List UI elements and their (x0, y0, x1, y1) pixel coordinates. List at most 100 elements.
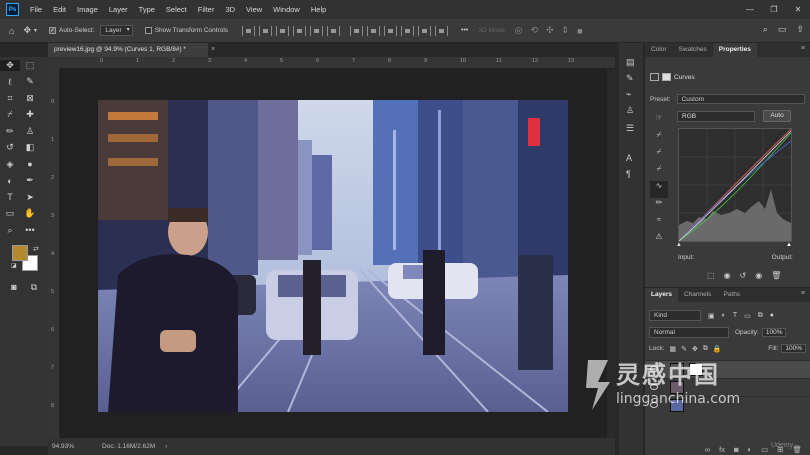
white-slider-icon[interactable]: ▲ (786, 242, 792, 248)
curves-graph[interactable] (678, 128, 792, 242)
auto-select-checkbox[interactable]: ✓ (49, 27, 56, 34)
tab-swatches[interactable]: Swatches (673, 43, 713, 57)
chevron-down-icon[interactable]: ▾ (34, 27, 37, 34)
3d-pan-icon[interactable]: ✣ (546, 25, 554, 36)
draw-curve-icon[interactable]: ✏ (650, 198, 668, 215)
path-selection-tool-icon[interactable]: ➤ (20, 192, 40, 203)
tab-color[interactable]: Color (645, 43, 673, 57)
gray-point-eyedropper-icon[interactable]: ⌿ (650, 147, 668, 164)
filter-shape-icon[interactable]: ▭ (744, 312, 751, 320)
fill-input[interactable]: 100% (781, 344, 806, 353)
distribute-hcenter-icon[interactable] (418, 25, 432, 36)
clone-stamp-tool-icon[interactable]: ♙ (20, 126, 40, 137)
swap-colors-icon[interactable]: ⇄ (33, 245, 39, 253)
filter-pixel-icon[interactable]: ▣ (708, 312, 715, 320)
filter-toggle-icon[interactable]: ● (770, 312, 774, 319)
document-image[interactable] (98, 100, 568, 412)
align-vcenter-icon[interactable] (259, 25, 273, 36)
smooth-curve-icon[interactable]: ≈ (650, 215, 668, 232)
edit-toolbar-icon[interactable]: ••• (20, 225, 40, 235)
menu-3d[interactable]: 3D (225, 5, 235, 14)
quick-select-tool-icon[interactable]: ✎ (20, 76, 40, 87)
auto-button[interactable]: Auto (763, 110, 791, 122)
home-icon[interactable]: ⌂ (9, 26, 14, 36)
type-tool-icon[interactable]: T (0, 192, 20, 202)
tab-channels[interactable]: Channels (678, 288, 717, 302)
delete-layer-icon[interactable]: 🗑 (792, 445, 802, 454)
screen-mode-icon[interactable]: ⧉ (24, 282, 44, 293)
tab-paths[interactable]: Paths (717, 288, 746, 302)
frame-tool-icon[interactable]: ⊠ (20, 93, 40, 104)
status-menu-arrow[interactable]: › (165, 443, 167, 450)
more-options-icon[interactable]: ••• (461, 27, 468, 34)
layers-menu-icon[interactable]: ≡ (801, 290, 805, 297)
move-tool-icon[interactable]: ✥ (23, 25, 31, 36)
3d-slide-icon[interactable]: ⇕ (562, 25, 570, 36)
minimize-button[interactable]: — (738, 0, 762, 19)
hand-tool-icon[interactable]: ✋ (20, 208, 40, 219)
black-slider-icon[interactable]: ▲ (676, 242, 682, 248)
dodge-tool-icon[interactable]: ◐ (0, 176, 20, 186)
filter-adjustment-icon[interactable]: ◐ (722, 312, 726, 319)
workspace-icon[interactable]: ▭ (778, 24, 787, 35)
zoom-tool-icon[interactable]: ⌕ (0, 225, 20, 236)
horizontal-ruler[interactable]: 0 1 2 3 4 5 6 7 8 9 10 11 12 13 (60, 57, 615, 69)
brush-settings-icon[interactable]: ✎ (626, 73, 634, 84)
menu-image[interactable]: Image (77, 5, 98, 14)
show-transform-checkbox[interactable] (144, 27, 152, 34)
align-hcenter-icon[interactable] (310, 25, 324, 36)
edit-points-icon[interactable]: ∿ (650, 181, 668, 198)
align-top-icon[interactable] (242, 25, 256, 36)
close-document-icon[interactable]: × (211, 43, 215, 57)
paragraph-panel-icon[interactable]: ¶ (626, 169, 631, 179)
vertical-ruler[interactable]: 0 1 2 3 4 5 6 7 8 (48, 69, 60, 438)
auto-select-target-dropdown[interactable]: Layer (100, 25, 133, 36)
distribute-bottom-icon[interactable] (384, 25, 398, 36)
panel-menu-icon[interactable]: ≡ (801, 45, 805, 52)
align-bottom-icon[interactable] (276, 25, 290, 36)
foreground-color-swatch[interactable] (12, 245, 28, 261)
clipping-warning-icon[interactable]: ⚠ (650, 232, 668, 249)
3d-orbit-icon[interactable]: ◎ (515, 25, 523, 36)
menu-select[interactable]: Select (166, 5, 187, 14)
distribute-vcenter-icon[interactable] (367, 25, 381, 36)
blend-mode-dropdown[interactable]: Normal (649, 327, 729, 338)
channel-dropdown[interactable]: RGB (677, 110, 755, 122)
filter-kind-dropdown[interactable]: Kind (649, 310, 701, 321)
view-previous-icon[interactable]: ◉ (724, 271, 731, 280)
target-adjust-icon[interactable]: ☞ (650, 113, 668, 130)
menu-filter[interactable]: Filter (198, 5, 215, 14)
document-tab[interactable]: preview16.jpg @ 94.9% (Curves 1, RGB/8#)… (48, 43, 208, 57)
filter-type-icon[interactable]: T (733, 312, 737, 319)
menu-type[interactable]: Type (139, 5, 155, 14)
move-tool-icon[interactable]: ✥ (0, 59, 20, 71)
brush-tool-icon[interactable]: ✏ (0, 126, 20, 137)
distribute-top-icon[interactable] (350, 25, 364, 36)
tab-layers[interactable]: Layers (645, 288, 678, 302)
new-adjustment-icon[interactable]: ◐ (748, 445, 753, 454)
clip-to-layer-icon[interactable]: ⬚ (707, 271, 715, 280)
menu-edit[interactable]: Edit (53, 5, 66, 14)
menu-window[interactable]: Window (273, 5, 300, 14)
eyedropper-tool-icon[interactable]: ⌿ (0, 109, 20, 120)
menu-file[interactable]: File (30, 5, 42, 14)
link-layers-icon[interactable]: ∞ (705, 445, 710, 454)
zoom-level[interactable]: 94.93% (52, 443, 74, 450)
opacity-input[interactable]: 100% (761, 328, 787, 337)
preset-dropdown[interactable]: Custom (676, 94, 805, 104)
healing-brush-tool-icon[interactable]: ✚ (20, 109, 40, 120)
layer-style-icon[interactable]: fx (719, 445, 725, 454)
crop-tool-icon[interactable]: ⌗ (0, 93, 20, 104)
default-colors-icon[interactable]: ◪ (11, 262, 17, 269)
share-icon[interactable]: ⇪ (796, 24, 804, 35)
eraser-tool-icon[interactable]: ◧ (20, 142, 40, 153)
paint-bucket-tool-icon[interactable]: ◈ (0, 159, 20, 170)
3d-scale-icon[interactable]: ■ (577, 26, 582, 36)
close-button[interactable]: ✕ (786, 0, 810, 19)
marquee-tool-icon[interactable]: ⬚ (20, 60, 40, 71)
lasso-tool-icon[interactable]: ℓ (0, 77, 20, 87)
delete-adjustment-icon[interactable]: 🗑 (771, 271, 781, 280)
white-point-eyedropper-icon[interactable]: ⌿ (650, 164, 668, 181)
pen-tool-icon[interactable]: ✒ (20, 175, 40, 186)
blur-tool-icon[interactable]: ● (20, 159, 40, 169)
